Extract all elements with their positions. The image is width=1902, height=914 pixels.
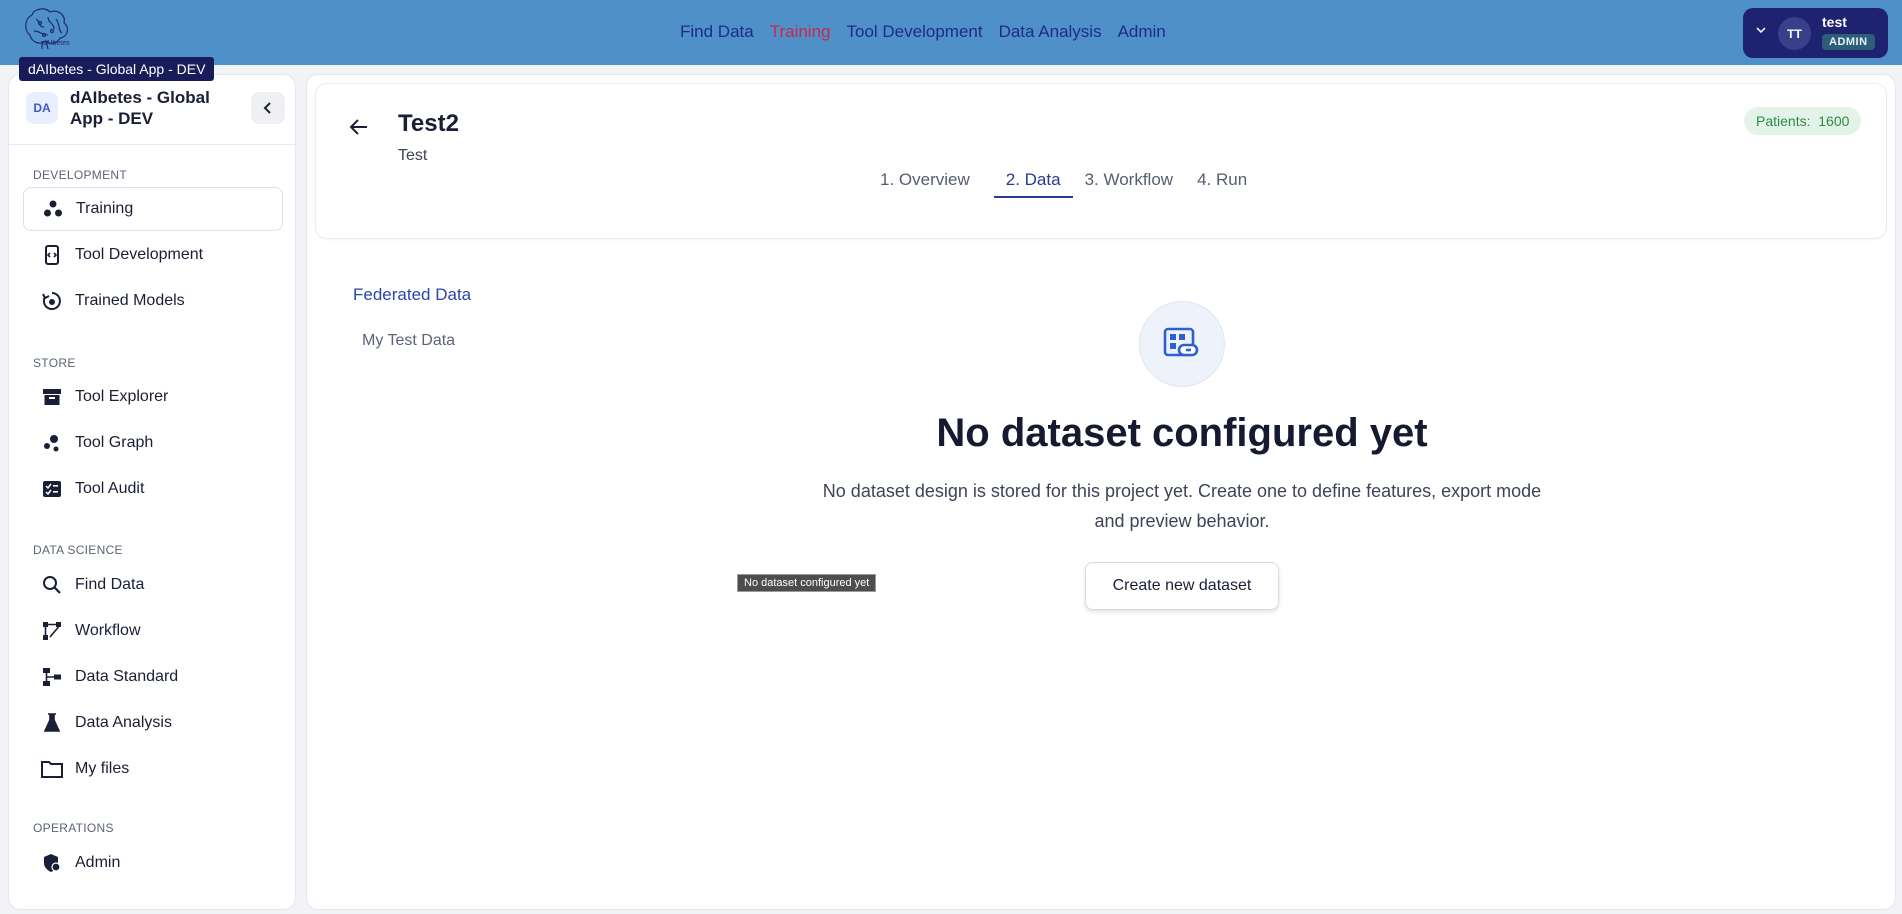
sidebar-item-label: Data Analysis (75, 714, 172, 731)
sidebar-item-label: Admin (75, 854, 121, 871)
topnav-data-analysis[interactable]: Data Analysis (999, 22, 1102, 42)
trained-models-icon (41, 290, 63, 312)
sidebar-header: DA dAIbetes - Global App - DEV (9, 75, 297, 145)
create-new-dataset-button[interactable]: Create new dataset (1085, 562, 1279, 610)
topnav-find-data[interactable]: Find Data (680, 22, 754, 42)
sidebar-item-tool-explorer[interactable]: Tool Explorer (23, 375, 283, 419)
sidebar-item-workflow[interactable]: Workflow (23, 609, 283, 653)
section-store: STORE (33, 356, 76, 370)
tool-development-icon (41, 244, 63, 266)
sidebar-item-tool-development[interactable]: Tool Development (23, 233, 283, 277)
arrow-left-icon (349, 119, 367, 135)
back-button[interactable] (344, 112, 374, 142)
data-standard-icon (41, 666, 63, 688)
flask-icon (41, 712, 63, 734)
admin-shield-icon (41, 852, 63, 874)
brain-logo-icon[interactable] (20, 5, 72, 55)
sidebar-item-tool-graph[interactable]: Tool Graph (23, 421, 283, 465)
empty-state-title: No dataset configured yet (936, 411, 1428, 455)
training-icon (42, 198, 64, 220)
sidebar-item-tool-audit[interactable]: Tool Audit (23, 467, 283, 511)
folder-icon (41, 758, 63, 780)
user-menu[interactable]: TT test ADMIN (1743, 8, 1888, 58)
project-header: Test2 Test Patients: 1600 1. Overview 2.… (315, 83, 1887, 239)
sidebar: DA dAIbetes - Global App - DEV DEVELOPME… (8, 74, 297, 910)
tab-data[interactable]: 2. Data (993, 162, 1073, 198)
workflow-icon (41, 620, 63, 642)
page-subtitle: Test (398, 147, 428, 164)
sidebar-item-label: Trained Models (75, 292, 185, 309)
user-name: test (1822, 14, 1847, 30)
empty-state-description: No dataset design is stored for this pro… (822, 481, 1542, 531)
sidebar-item-label: Tool Development (75, 246, 204, 263)
section-development: DEVELOPMENT (33, 168, 127, 182)
tab-run[interactable]: 4. Run (1185, 162, 1259, 198)
graph-icon (41, 432, 63, 454)
sidebar-item-label: Tool Graph (75, 434, 154, 451)
tab-workflow[interactable]: 3. Workflow (1073, 162, 1186, 198)
sidebar-item-data-standard[interactable]: Data Standard (23, 655, 283, 699)
dataset-link-icon (1139, 301, 1225, 387)
app-name-tooltip: dAIbetes - Global App - DEV (19, 57, 215, 81)
sidebar-item-trained-models[interactable]: Trained Models (23, 279, 283, 323)
avatar[interactable]: TT (1778, 17, 1811, 50)
sidebar-item-label: Tool Explorer (75, 388, 169, 405)
section-operations: OPERATIONS (33, 821, 114, 835)
logo-text: dAIbetes (42, 40, 70, 47)
search-icon (41, 574, 63, 596)
sidebar-item-label: My files (75, 760, 130, 777)
app-badge: DA (26, 92, 58, 124)
sidebar-item-label: Training (76, 200, 134, 217)
patients-badge: Patients: 1600 (1744, 107, 1862, 135)
chevron-down-icon[interactable] (1755, 24, 1769, 38)
federated-data-title: Federated Data (353, 285, 472, 304)
main-content: Test2 Test Patients: 1600 1. Overview 2.… (306, 74, 1896, 910)
project-tabs: 1. Overview 2. Data 3. Workflow 4. Run (868, 162, 1259, 198)
top-nav: Find Data Training Tool Development Data… (680, 22, 1166, 42)
sidebar-title: dAIbetes - Global App - DEV (70, 88, 210, 128)
sidebar-item-my-files[interactable]: My files (23, 747, 283, 791)
tab-overview[interactable]: 1. Overview (868, 162, 982, 198)
user-role-badge: ADMIN (1822, 34, 1875, 50)
archive-icon (41, 386, 63, 408)
sidebar-item-label: Tool Audit (75, 480, 145, 497)
chevron-left-icon (263, 102, 271, 114)
sidebar-item-admin[interactable]: Admin (23, 841, 283, 885)
top-bar: dAIbetes Find Data Training Tool Develop… (0, 0, 1902, 65)
audit-icon (41, 478, 63, 500)
sidebar-item-label: Workflow (75, 622, 141, 639)
sidebar-item-training[interactable]: Training (23, 187, 283, 231)
topnav-tool-development[interactable]: Tool Development (847, 22, 983, 42)
sidebar-item-label: Find Data (75, 576, 145, 593)
dataset-list-item[interactable]: My Test Data (362, 332, 455, 350)
page-title: Test2 (398, 110, 459, 137)
sidebar-item-data-analysis[interactable]: Data Analysis (23, 701, 283, 745)
patients-count: 1600 (1818, 113, 1850, 129)
sidebar-item-find-data[interactable]: Find Data (23, 563, 283, 607)
patients-label: Patients: (1756, 113, 1811, 129)
section-data-science: DATA SCIENCE (33, 543, 123, 557)
topnav-admin[interactable]: Admin (1118, 22, 1166, 42)
collapse-sidebar-button[interactable] (251, 92, 285, 124)
hover-tooltip: No dataset configured yet (737, 574, 877, 592)
topnav-training[interactable]: Training (770, 22, 831, 42)
sidebar-item-label: Data Standard (75, 668, 179, 685)
